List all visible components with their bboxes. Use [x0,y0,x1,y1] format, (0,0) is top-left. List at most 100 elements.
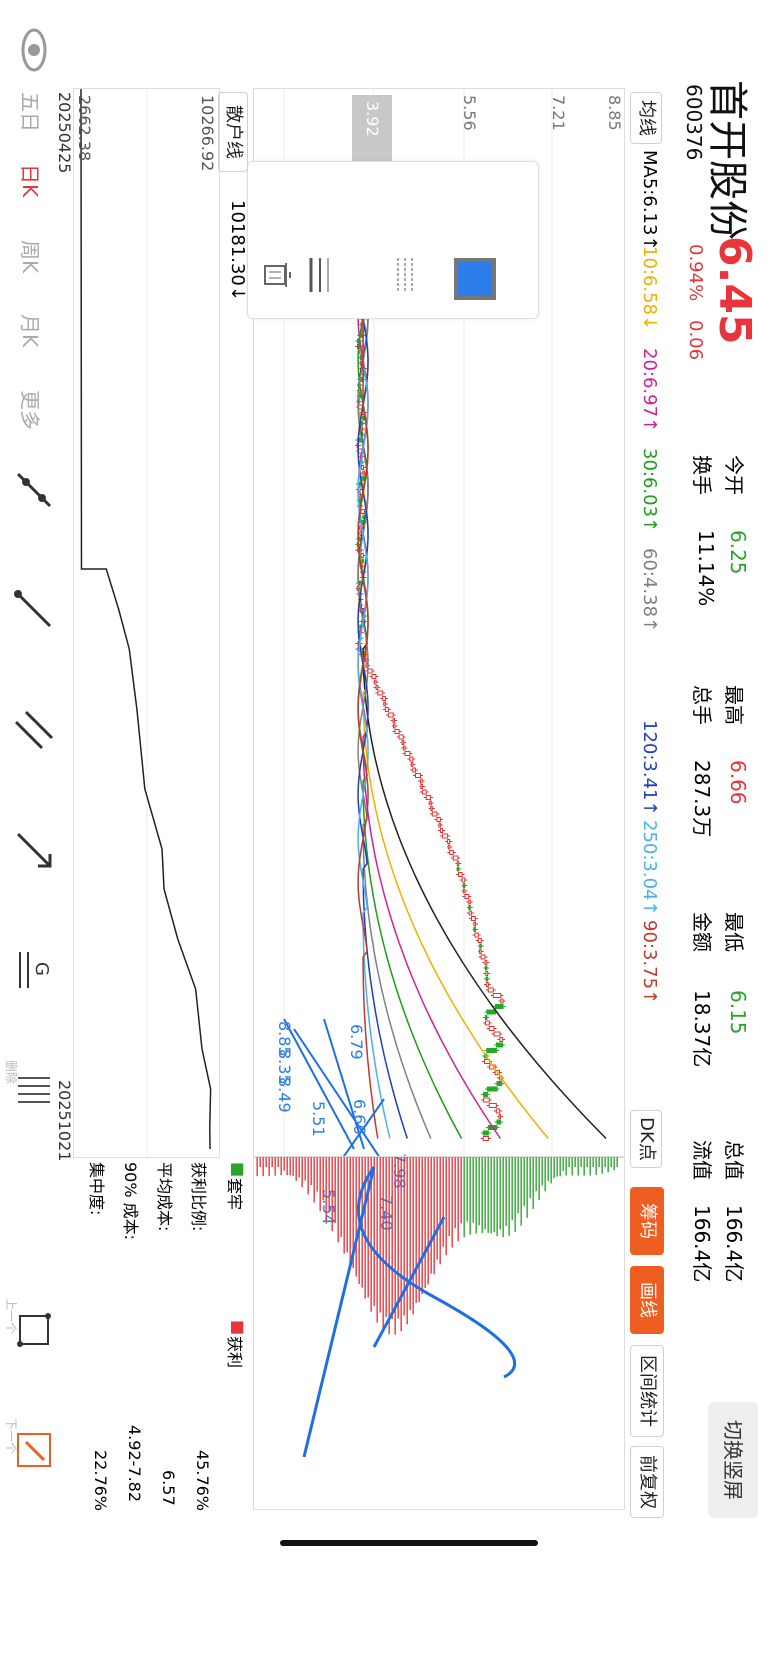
chip-bar [544,1157,546,1192]
chip-bar [424,1157,426,1289]
chip-bar [436,1157,438,1260]
candle-body [360,421,364,426]
open-value: 6.25 [726,530,750,575]
candle-body [477,938,482,943]
candle-body [470,916,476,921]
candle-body [480,954,486,960]
chip-bar [568,1157,570,1167]
chip-bar [577,1157,579,1176]
candle-body [382,696,386,701]
candle-body [425,795,432,800]
chip-bar [337,1157,339,1243]
period-five-day[interactable]: 五日 [17,92,46,132]
chip-bar [412,1157,414,1315]
period-more[interactable]: 更多 [17,390,46,430]
color-swatch-icon[interactable] [454,258,496,300]
chip-bar [547,1157,549,1182]
chip-bar [472,1157,474,1223]
golden-ratio-icon[interactable]: G [4,940,64,1000]
candle-body [473,921,476,927]
trash-icon[interactable] [260,258,294,292]
trend-line[interactable] [293,1028,395,1157]
annotation-label: 6.66 [350,1099,369,1135]
candle-body [495,1108,501,1114]
chip-bar [274,1157,276,1176]
chip-bar [442,1157,444,1247]
chip-bar [574,1157,576,1167]
ray-line-icon[interactable] [4,580,64,640]
chip-bar [481,1157,483,1234]
chip-bar [298,1157,300,1178]
parallel-channel-icon[interactable] [4,700,64,760]
candle-body [456,866,460,872]
ma-value: 60:4.38↑ [639,548,660,633]
candle-body [479,949,482,954]
candle-body [461,877,466,883]
tab-adjust[interactable]: 前复权 [630,1446,664,1518]
chip-bar [592,1157,594,1167]
candle-body [482,1136,489,1141]
annotation-label: 6.79 [347,1024,366,1060]
candle-body [458,872,463,877]
tab-chips[interactable]: 筹码 [630,1187,664,1255]
candle-body [383,701,386,707]
period-month-k[interactable]: 月K [17,314,46,347]
chip-bar [373,1157,375,1306]
chip-bar [598,1157,600,1167]
candle-body [449,850,454,855]
candle-body [468,910,472,916]
candle-body [485,976,489,982]
chip-bar [262,1157,264,1177]
kline-chart-panel[interactable]: 8.85 7.21 5.56 3.92 8.85 8.35 8.49 6.79 … [247,88,625,1231]
candle-body [421,789,427,795]
candle-body [410,762,414,767]
tab-draw-line[interactable]: 画线 [630,1266,664,1334]
chip-bar [292,1157,294,1176]
chip-bar [307,1157,309,1195]
candle-body [452,855,459,861]
retail-min-label: 2662.38 [75,95,94,162]
chip-bar [397,1157,399,1319]
retail-line-selector[interactable]: 散户线 [218,92,248,172]
eye-icon[interactable] [4,20,64,80]
chip-bar [301,1157,303,1188]
line-width-icon[interactable] [304,258,334,292]
chip-bar [460,1157,462,1224]
ma-selector[interactable]: 均线 [630,92,662,144]
chip-bar [385,1157,387,1317]
switch-portrait-button[interactable]: 切换竖屏 [708,1402,758,1518]
candle-body [447,844,451,850]
chip-bar [391,1157,393,1320]
low-label: 最低 [722,912,746,952]
chip-bar [268,1157,270,1176]
chip-bar [499,1157,501,1230]
dashed-line-style-icon[interactable] [390,258,420,292]
candle-body [359,531,363,536]
dk-point-button[interactable]: DK点 [630,1110,662,1168]
chip-distribution-chart [256,1157,618,1458]
stat-label: 获利比例: [189,1162,208,1232]
period-week-k[interactable]: 周K [17,240,46,273]
chip-bar [259,1157,261,1167]
chip-bar [466,1157,468,1222]
ma-value: 250:3.04↑ [639,820,660,916]
chip-bar [451,1157,453,1248]
chip-bar [505,1157,507,1226]
chip-bar [313,1157,315,1203]
period-day-k[interactable]: 日K [17,164,46,197]
candle-body [358,393,362,399]
candle-body [360,509,366,514]
segment-line-icon[interactable] [4,460,64,520]
candle-body [500,998,504,1004]
chip-bar [571,1157,573,1176]
legend-profit-marker: ■ [229,1320,248,1336]
stock-name: 首开股份 [704,80,750,240]
delete-label: 删除 [4,1060,18,1085]
chip-bar [538,1157,540,1200]
stat-value: 4.92-7.82 [125,1425,144,1503]
chip-bar [607,1157,609,1173]
tab-range-stats[interactable]: 区间统计 [630,1345,664,1437]
candle-body [468,899,471,905]
chip-bar [325,1157,327,1221]
arrow-line-icon[interactable] [4,820,64,880]
